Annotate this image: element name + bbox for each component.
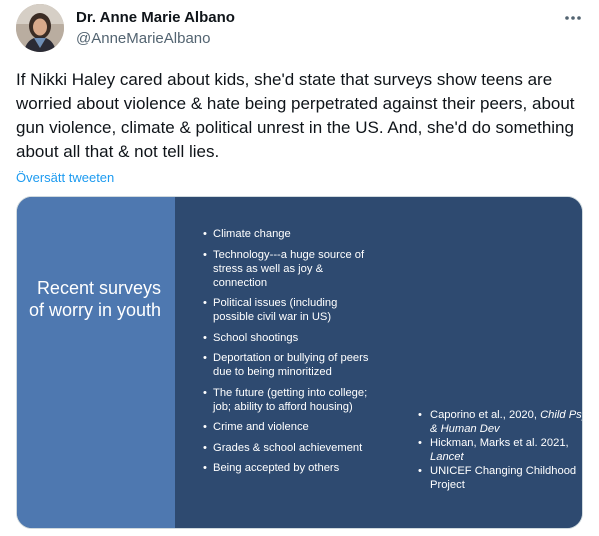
more-horizontal-icon — [565, 16, 581, 20]
reference-item: UNICEF Changing Childhood Project — [418, 465, 582, 492]
slide-title: Recent surveys of worry in youth — [28, 278, 161, 320]
slide-bullet: Technology---a huge source of stress as … — [203, 248, 373, 290]
avatar-portrait-icon — [16, 4, 64, 52]
slide-bullet: Climate change — [203, 227, 373, 241]
reference-authors: Caporino et al., 2020, — [430, 409, 541, 421]
slide-bullet-list: Climate change Technology---a huge sourc… — [203, 227, 373, 482]
reference-item: Caporino et al., 2020, Child Psy & Human… — [418, 409, 582, 436]
translate-tweet-link[interactable]: Översätt tweeten — [16, 170, 114, 185]
slide-bullet: Crime and violence — [203, 420, 373, 434]
tweet-text: If Nikki Haley cared about kids, she'd s… — [16, 70, 575, 161]
slide-bullet: Political issues (including possible civ… — [203, 296, 373, 324]
slide-bullet: The future (getting into college; job; a… — [203, 386, 373, 414]
reference-authors: UNICEF Changing Childhood Project — [430, 465, 577, 491]
avatar[interactable] — [16, 4, 64, 52]
slide-bullet: Deportation or bullying of peers due to … — [203, 351, 373, 379]
more-options-button[interactable] — [558, 6, 588, 30]
slide-title-panel: Recent surveys of worry in youth — [17, 197, 175, 528]
reference-authors: Hickman, Marks et al. 2021, — [430, 437, 569, 449]
author-name[interactable]: Dr. Anne Marie Albano — [76, 9, 235, 26]
slide-bullet: Grades & school achievement — [203, 441, 373, 455]
reference-item: Hickman, Marks et al. 2021, Lancet — [418, 437, 582, 464]
slide-references: Caporino et al., 2020, Child Psy & Human… — [418, 409, 582, 493]
tweet-image[interactable]: Recent surveys of worry in youth Climate… — [16, 196, 583, 529]
slide-bullet: School shootings — [203, 331, 373, 345]
reference-journal: Lancet — [430, 450, 464, 463]
slide-bullet: Being accepted by others — [203, 461, 373, 475]
slide-content-panel: Climate change Technology---a huge sourc… — [175, 197, 582, 528]
author-handle[interactable]: @AnneMarieAlbano — [76, 30, 210, 47]
